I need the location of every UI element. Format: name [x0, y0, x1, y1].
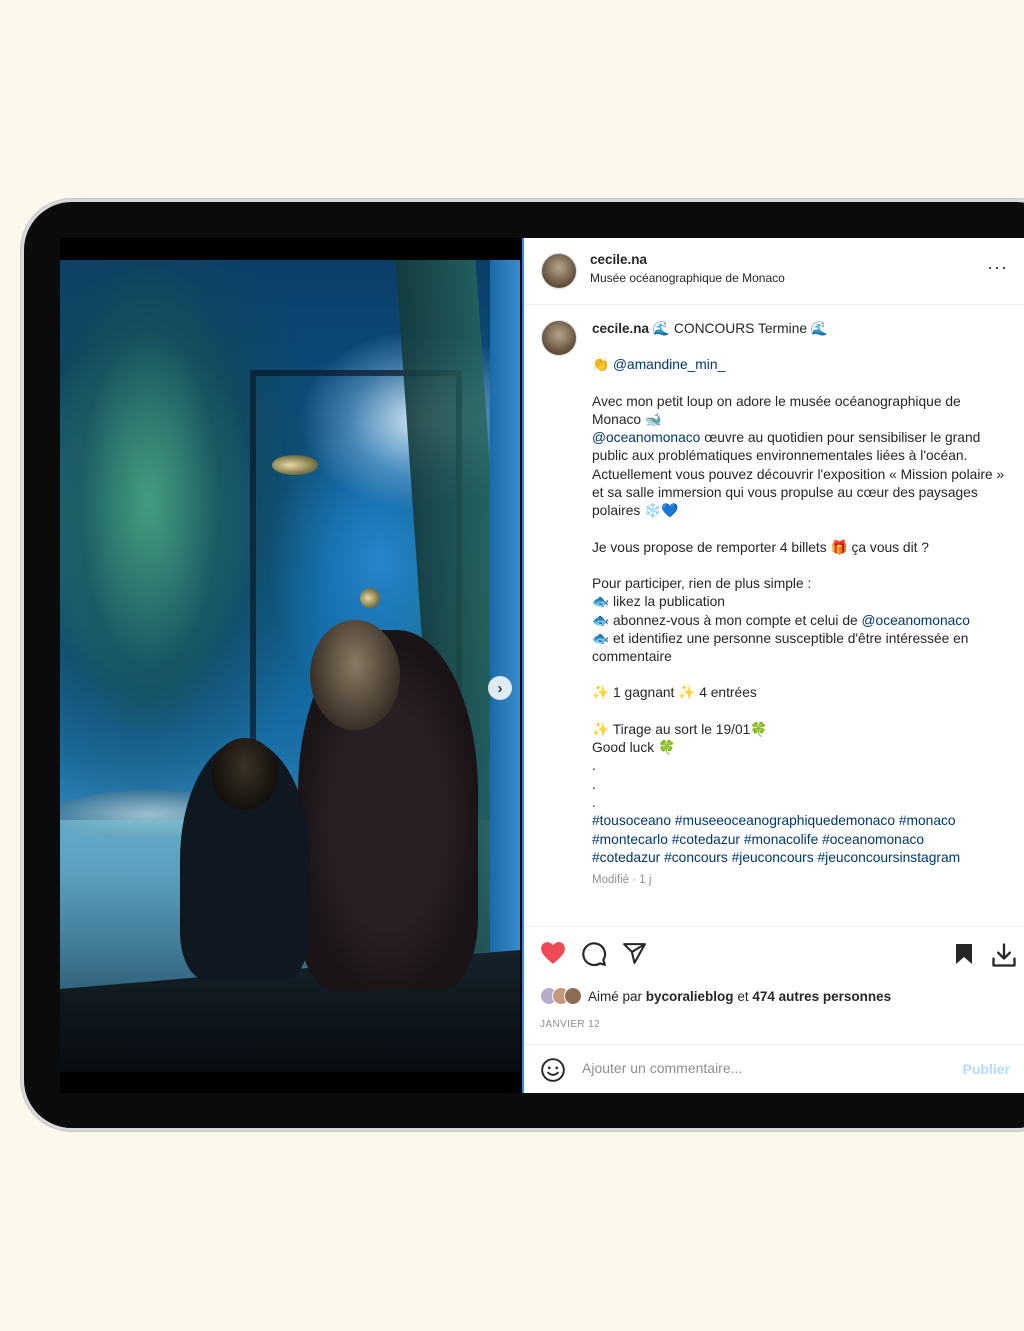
download-button[interactable] [990, 941, 1018, 972]
caption-good-luck: Good luck 🍀 [592, 740, 676, 756]
clap-emoji: 👏 [592, 357, 614, 373]
likes-middle: et [733, 988, 753, 1004]
comment-icon [582, 942, 607, 967]
more-options-button[interactable]: ··· [981, 256, 1014, 279]
smiley-icon [541, 1058, 565, 1082]
hashtags-line-1[interactable]: #tousoceano #museeoceanographiquedemonac… [592, 812, 1012, 830]
post-date: JANVIER 12 [540, 1019, 601, 1030]
fish [360, 588, 380, 608]
comment-bar: Publier [524, 1044, 1024, 1093]
save-button[interactable] [952, 941, 976, 970]
likes-others[interactable]: 474 autres personnes [752, 989, 891, 1004]
publish-button[interactable]: Publier [957, 1060, 1016, 1078]
post-header: cecile.na Musée océanographique de Monac… [524, 238, 1024, 305]
fish [272, 455, 318, 475]
hashtags-line-2[interactable]: #montecarlo #cotedazur #monacolife #ocea… [592, 831, 1012, 849]
likes-summary[interactable]: Aimé par bycoralieblog et 474 autres per… [540, 987, 891, 1005]
caption-dot: . [592, 758, 596, 774]
download-icon [992, 943, 1016, 967]
share-button[interactable] [622, 941, 647, 969]
bookmark-filled-icon [956, 944, 972, 964]
comment-button[interactable] [581, 941, 607, 970]
carousel-next-button[interactable]: › [488, 676, 512, 700]
post-caption: cecile.na 🌊 CONCOURS Termine 🌊 👏 @amandi… [592, 320, 1012, 889]
send-icon [623, 943, 646, 964]
caption-draw: ✨ Tirage au sort le 19/01🍀 [592, 721, 768, 737]
mention-amandine[interactable]: @amandine_min_ [613, 357, 725, 372]
header-location[interactable]: Musée océanographique de Monaco [590, 271, 785, 285]
adult-hair [310, 620, 400, 730]
tablet-screen: › cecile.na Musée océanographique de Mon… [60, 238, 1024, 1093]
heart-filled-icon [541, 942, 565, 964]
liker-avatar [564, 987, 582, 1005]
hashtags-line-3[interactable]: #cotedazur #concours #jeuconcours #jeuco… [592, 849, 1012, 867]
header-username[interactable]: cecile.na [590, 252, 785, 267]
caption-avatar[interactable] [541, 320, 577, 356]
comment-input[interactable] [580, 1059, 944, 1077]
like-button[interactable] [540, 941, 566, 968]
caption-step-1: 🐟 likez la publication [592, 594, 725, 610]
coral-rock-left [60, 260, 250, 820]
more-horizontal-icon: ··· [987, 257, 1008, 277]
chevron-right-icon: › [497, 679, 503, 697]
caption-step-3: 🐟 et identifiez une personne susceptible… [592, 630, 969, 665]
caption-step-2: 🐟 abonnez-vous à mon compte et celui de [592, 612, 862, 628]
caption-winners: ✨ 1 gagnant ✨ 4 entrées [592, 685, 757, 701]
mention-oceanomonaco[interactable]: @oceanomonaco [592, 430, 700, 445]
post-photo[interactable]: › [60, 260, 520, 1072]
avatar[interactable] [541, 253, 577, 289]
caption-para-3: Actuellement vous pouvez découvrir l'exp… [592, 466, 1005, 519]
mention-oceanomonaco-2[interactable]: @oceanomonaco [862, 613, 970, 628]
caption-dot: . [592, 776, 596, 792]
caption-username[interactable]: cecile.na [592, 321, 649, 336]
caption-para-5: Pour participer, rien de plus simple : [592, 575, 812, 591]
post-panel: cecile.na Musée océanographique de Monac… [522, 238, 1024, 1093]
likes-prefix: Aimé par [588, 988, 646, 1004]
post-meta: Modifié · 1 j [592, 874, 652, 887]
caption-dot: . [592, 794, 596, 810]
caption-para-4: Je vous propose de remporter 4 billets 🎁… [592, 539, 929, 555]
post-actions: Aimé par bycoralieblog et 474 autres per… [524, 926, 1024, 1063]
likes-user[interactable]: bycoralieblog [646, 989, 734, 1004]
glass-edge [490, 260, 520, 1072]
emoji-button[interactable] [540, 1057, 566, 1086]
caption-title: 🌊 CONCOURS Termine 🌊 [652, 321, 829, 336]
caption-para-1: Avec mon petit loup on adore le musée oc… [592, 393, 961, 427]
child-head [212, 738, 278, 810]
